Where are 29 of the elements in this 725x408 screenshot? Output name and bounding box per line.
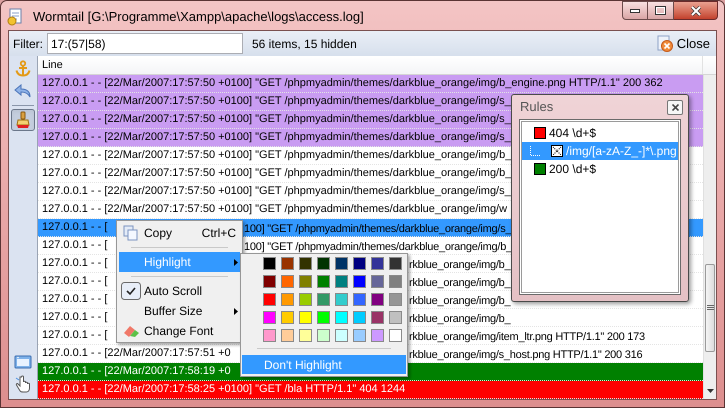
log-entry: 127.0.0.1 - - [ <box>42 238 108 254</box>
log-entry: 127.0.0.1 - - [22/Mar/2007:17:58:19 +0 <box>42 364 231 380</box>
log-entry: 127.0.0.1 - - [22/Mar/2007:17:57:50 +0100] "GET /phpmyadmin/themes/darkblue_orange/img/b_ <box>42 148 512 164</box>
filter-label: Filter: <box>13 36 43 52</box>
log-entry: 127.0.0.1 - - [ <box>42 256 108 272</box>
log-entry: 127.0.0.1 - - [22/Mar/2007:17:57:50 +0100] "GET /phpmyadmin/themes/darkblue_orange/img/b_engine.png HTTP/1.1" 200 362 <box>42 76 663 92</box>
log-entry: 127.0.0.1 - - [22/Mar/2007:17:57:50 +0100] "GET /phpmyadmin/themes/darkblue_orange/img/s_ <box>42 94 511 110</box>
log-entry: 127.0.0.1 - - [ <box>42 292 108 308</box>
log-entry: rkblue_orange/img/b_ <box>409 312 510 327</box>
log-entry: 127.0.0.1 - - [22/Mar/2007:17:57:51 +0 <box>42 346 231 362</box>
log-entry: 127.0.0.1 - - [22/Mar/2007:17:57:50 +0100] "GET /phpmyadmin/themes/darkblue_orange/img/s_ <box>42 112 511 128</box>
item-count: 56 items, 15 hidden <box>252 36 357 52</box>
log-entry: 100] "GET /phpmyadmin/themes/darkblue_orange/img/s_ <box>244 222 512 237</box>
log-entry: rkblue_orange/img/item_ltr.png HTTP/1.1" 200 173 <box>409 330 645 345</box>
log-entry: rkblue_orange/img/b_ <box>409 276 510 291</box>
log-entry: 127.0.0.1 - - [ <box>42 310 108 326</box>
log-entry: rkblue_orange/img/b_ <box>409 294 510 309</box>
log-entry: 100] "GET /phpmyadmin/themes/darkblue_orange/img/b_ <box>244 240 512 255</box>
log-entry: 127.0.0.1 - - [22/Mar/2007:17:57:50 +0100] "GET /phpmyadmin/themes/darkblue_orange/img/w <box>42 202 508 218</box>
log-entry: 127.0.0.1 - - [22/Mar/2007:17:58:25 +0100] "GET /bla HTTP/1.1" 404 1244 <box>42 382 406 398</box>
log-entry: 127.0.0.1 - - [ <box>42 328 108 344</box>
log-entry: 127.0.0.1 - - [22/Mar/2007:17:57:50 +0100] "GET /phpmyadmin/themes/darkblue_orange/img/s_ <box>42 184 511 200</box>
log-entry: 127.0.0.1 - - [22/Mar/2007:17:57:50 +0100] "GET /phpmyadmin/themes/darkblue_orange/img/b_ <box>42 166 512 182</box>
window-title: Wormtail [G:\Programme\Xampp\apache\logs\access.log] <box>33 8 364 26</box>
log-entry: rkblue_orange/img/s_host.png HTTP/1.1" 200 316 <box>409 348 642 363</box>
log-entry: 127.0.0.1 - - [ <box>42 220 108 236</box>
log-entry: 127.0.0.1 - - [22/Mar/2007:17:57:50 +0100] "GET /phpmyadmin/themes/darkblue_orange/img/s_ <box>42 130 511 146</box>
log-entry: 127.0.0.1 - - [ <box>42 274 108 290</box>
log-entry: rkblue_orange/img/b_ <box>409 258 510 273</box>
